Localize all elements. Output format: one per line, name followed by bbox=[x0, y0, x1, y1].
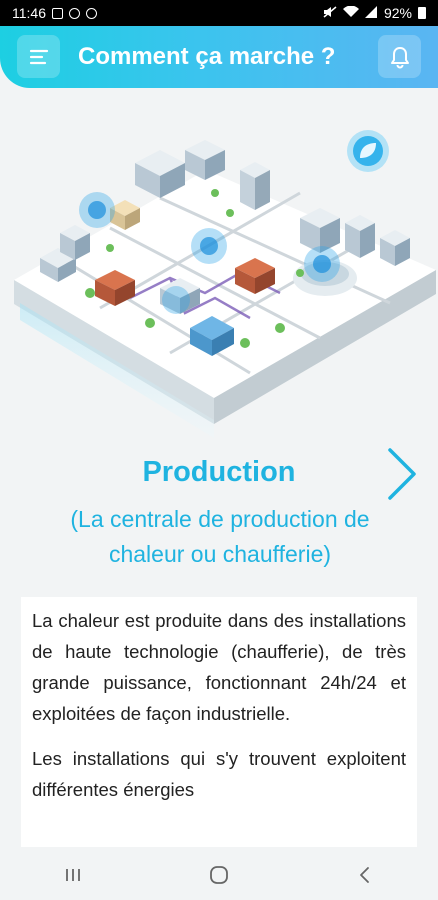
gallery-notification-icon bbox=[52, 7, 63, 19]
chrome-notification-icon bbox=[69, 7, 80, 19]
battery-icon bbox=[418, 7, 426, 19]
home-button[interactable] bbox=[189, 855, 249, 895]
app-header: Comment ça marche ? bbox=[0, 26, 438, 88]
notifications-button[interactable] bbox=[378, 35, 421, 78]
menu-icon bbox=[29, 49, 48, 64]
status-bar: 11:46 92% bbox=[0, 0, 438, 26]
city-illustration bbox=[14, 130, 436, 438]
back-button[interactable] bbox=[335, 855, 395, 895]
clock: 11:46 bbox=[12, 5, 46, 21]
step-title: Production bbox=[142, 456, 296, 488]
step-subtitle: (La centrale de production de chaleur ou… bbox=[70, 506, 370, 567]
recents-icon bbox=[66, 869, 80, 881]
system-nav-bar bbox=[0, 850, 438, 900]
page-title: Comment ça marche ? bbox=[78, 43, 336, 70]
mute-icon bbox=[323, 5, 337, 21]
menu-button[interactable] bbox=[17, 35, 60, 78]
battery-level: 92% bbox=[383, 5, 412, 21]
home-icon bbox=[210, 866, 228, 884]
recents-button[interactable] bbox=[43, 855, 103, 895]
description-card: La chaleur est produite dans des install… bbox=[21, 597, 417, 847]
signal-icon bbox=[364, 5, 378, 21]
wifi-icon bbox=[342, 5, 359, 21]
description-paragraph: Les installations qui s'y trouvent explo… bbox=[32, 748, 406, 800]
back-icon bbox=[360, 867, 369, 883]
description-paragraph: La chaleur est produite dans des install… bbox=[32, 610, 406, 724]
sync-notification-icon bbox=[86, 7, 97, 19]
bell-icon bbox=[390, 46, 409, 68]
